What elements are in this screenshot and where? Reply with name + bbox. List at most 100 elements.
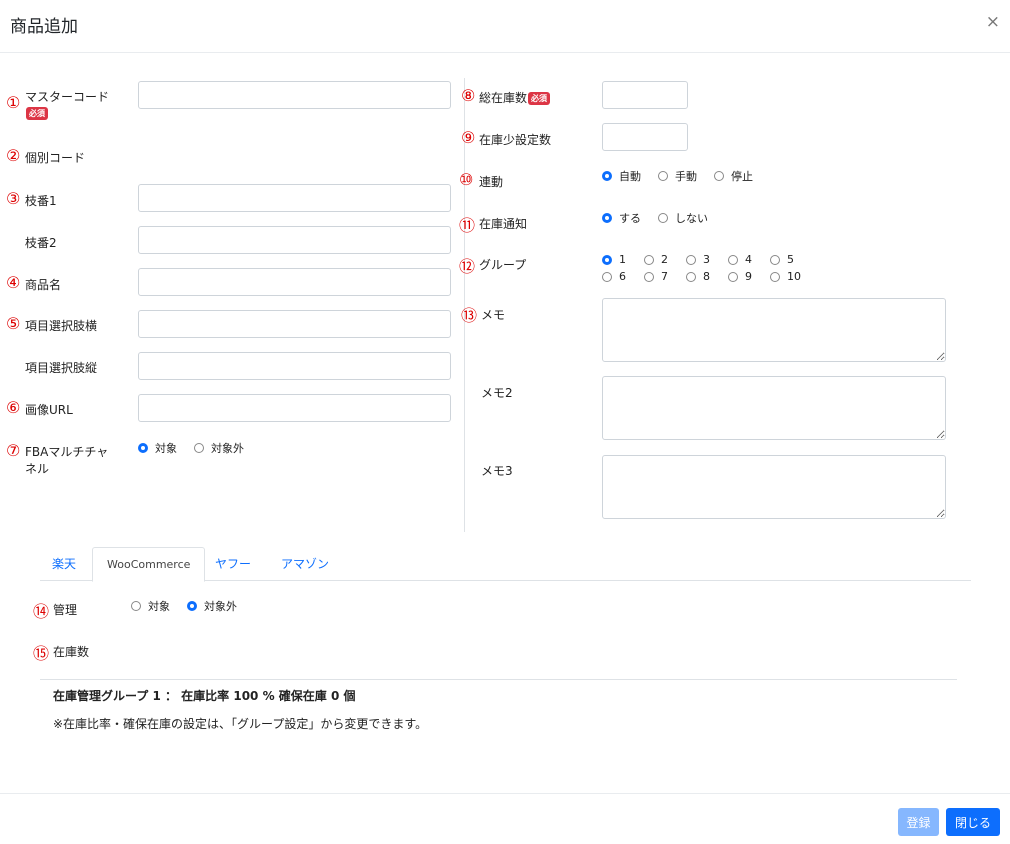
memo2-label: メモ2 bbox=[481, 386, 513, 400]
radio-dot bbox=[138, 443, 148, 453]
manage-radio-group: 対象 対象外 bbox=[131, 598, 254, 614]
product-name-label: 商品名 bbox=[25, 278, 62, 292]
number-marker-4: ④ bbox=[6, 273, 21, 292]
link-radio-manual[interactable]: 手動 bbox=[658, 168, 697, 184]
number-marker-1: ① bbox=[6, 93, 21, 112]
radio-dot bbox=[644, 254, 654, 265]
number-marker-15: ⑮ bbox=[33, 644, 50, 663]
close-button[interactable]: 閉じる bbox=[946, 808, 1000, 836]
option-vertical-label: 項目選択肢縦 bbox=[25, 361, 98, 375]
radio-dot bbox=[602, 171, 612, 181]
stock-group-summary: 在庫管理グループ 1 ： 在庫比率 100 % 確保在庫 0 個 bbox=[53, 689, 356, 703]
close-icon[interactable]: × bbox=[986, 12, 1000, 32]
low-stock-input[interactable] bbox=[602, 123, 688, 151]
individual-code-label: 個別コード bbox=[25, 151, 86, 165]
number-marker-14: ⑭ bbox=[33, 602, 50, 621]
tab-woocommerce[interactable]: WooCommerce bbox=[92, 547, 206, 582]
radio-dot bbox=[602, 213, 612, 223]
tab-yahoo[interactable]: ヤフー bbox=[203, 547, 263, 581]
radio-dot bbox=[602, 271, 612, 282]
option-horizontal-input[interactable] bbox=[138, 310, 451, 338]
number-marker-6: ⑥ bbox=[6, 398, 21, 417]
image-url-label: 画像URL bbox=[25, 403, 73, 417]
fba-radio-non-target[interactable]: 対象外 bbox=[194, 440, 244, 456]
branch1-input[interactable] bbox=[138, 184, 451, 212]
group-radio-row-2: 6 7 8 9 10 bbox=[602, 270, 812, 283]
option-vertical-input[interactable] bbox=[138, 352, 451, 380]
manage-radio-non-target[interactable]: 対象外 bbox=[187, 598, 237, 614]
memo2-textarea[interactable] bbox=[602, 376, 946, 440]
group-radio-1[interactable]: 1 bbox=[602, 253, 644, 266]
manage-label: 管理 bbox=[53, 603, 78, 617]
required-badge: 必須 bbox=[528, 92, 551, 105]
radio-dot bbox=[728, 271, 738, 282]
number-marker-9: ⑨ bbox=[461, 128, 476, 147]
tab-amazon[interactable]: アマゾン bbox=[269, 547, 341, 581]
group-radio-3[interactable]: 3 bbox=[686, 253, 728, 266]
radio-dot bbox=[187, 601, 197, 611]
link-radio-group: 自動 手動 停止 bbox=[602, 168, 770, 184]
radio-dot bbox=[728, 254, 738, 265]
memo3-label: メモ3 bbox=[481, 464, 513, 478]
memo3-textarea[interactable] bbox=[602, 455, 946, 519]
group-radio-2[interactable]: 2 bbox=[644, 253, 686, 266]
radio-dot bbox=[658, 213, 668, 223]
fba-radio-group: 対象 対象外 bbox=[138, 440, 261, 456]
group-radio-9[interactable]: 9 bbox=[728, 270, 770, 283]
master-code-input[interactable] bbox=[138, 81, 451, 109]
branch2-label: 枝番2 bbox=[25, 236, 57, 250]
radio-dot bbox=[714, 171, 724, 181]
radio-dot bbox=[686, 271, 696, 282]
option-horizontal-label: 項目選択肢横 bbox=[25, 319, 98, 333]
group-radio-4[interactable]: 4 bbox=[728, 253, 770, 266]
branch1-label: 枝番1 bbox=[25, 194, 57, 208]
number-marker-8: ⑧ bbox=[461, 86, 476, 105]
required-badge: 必須 bbox=[26, 107, 48, 120]
notify-radio-group: する しない bbox=[602, 210, 725, 226]
product-name-input[interactable] bbox=[138, 268, 451, 296]
memo-textarea[interactable] bbox=[602, 298, 946, 362]
number-marker-11: ⑪ bbox=[459, 216, 476, 235]
notify-radio-yes[interactable]: する bbox=[602, 210, 641, 226]
radio-dot bbox=[644, 271, 654, 282]
register-button[interactable]: 登録 bbox=[898, 808, 939, 836]
number-marker-7: ⑦ bbox=[6, 441, 21, 460]
radio-dot bbox=[658, 171, 668, 181]
link-radio-auto[interactable]: 自動 bbox=[602, 168, 641, 184]
master-code-label: マスターコード必須 bbox=[25, 90, 110, 120]
stock-setting-note: ※在庫比率・確保在庫の設定は、「グループ設定」から変更できます。 bbox=[53, 717, 428, 731]
radio-dot bbox=[770, 254, 780, 265]
group-radio-8[interactable]: 8 bbox=[686, 270, 728, 283]
fba-radio-target[interactable]: 対象 bbox=[138, 440, 177, 456]
fba-label: FBAマルチチャネル bbox=[25, 445, 109, 476]
stock-label: 在庫数 bbox=[53, 645, 90, 659]
modal-title: 商品追加 bbox=[10, 17, 78, 37]
footer-divider bbox=[0, 793, 1010, 794]
group-radio-7[interactable]: 7 bbox=[644, 270, 686, 283]
stock-notify-label: 在庫通知 bbox=[479, 217, 528, 231]
total-stock-input[interactable] bbox=[602, 81, 688, 109]
radio-dot bbox=[770, 271, 780, 282]
group-label: グループ bbox=[479, 258, 527, 272]
number-marker-3: ③ bbox=[6, 189, 21, 208]
group-radio-6[interactable]: 6 bbox=[602, 270, 644, 283]
radio-dot bbox=[686, 254, 696, 265]
memo-label: メモ bbox=[481, 308, 506, 322]
group-radio-10[interactable]: 10 bbox=[770, 270, 812, 283]
low-stock-label: 在庫少設定数 bbox=[479, 133, 552, 147]
notify-radio-no[interactable]: しない bbox=[658, 210, 708, 226]
tab-rakuten[interactable]: 楽天 bbox=[40, 547, 88, 581]
number-marker-13: ⑬ bbox=[461, 306, 478, 325]
manage-radio-target[interactable]: 対象 bbox=[131, 598, 170, 614]
total-stock-label: 総在庫数 必須 bbox=[479, 89, 551, 106]
marketplace-tabs: 楽天 WooCommerce ヤフー アマゾン bbox=[40, 547, 971, 582]
divider bbox=[40, 679, 957, 680]
link-radio-stop[interactable]: 停止 bbox=[714, 168, 753, 184]
image-url-input[interactable] bbox=[138, 394, 451, 422]
branch2-input[interactable] bbox=[138, 226, 451, 254]
group-radio-row-1: 1 2 3 4 5 bbox=[602, 253, 812, 266]
number-marker-2: ② bbox=[6, 146, 21, 165]
number-marker-10: ⑩ bbox=[459, 170, 474, 189]
number-marker-5: ⑤ bbox=[6, 314, 21, 333]
group-radio-5[interactable]: 5 bbox=[770, 253, 812, 266]
